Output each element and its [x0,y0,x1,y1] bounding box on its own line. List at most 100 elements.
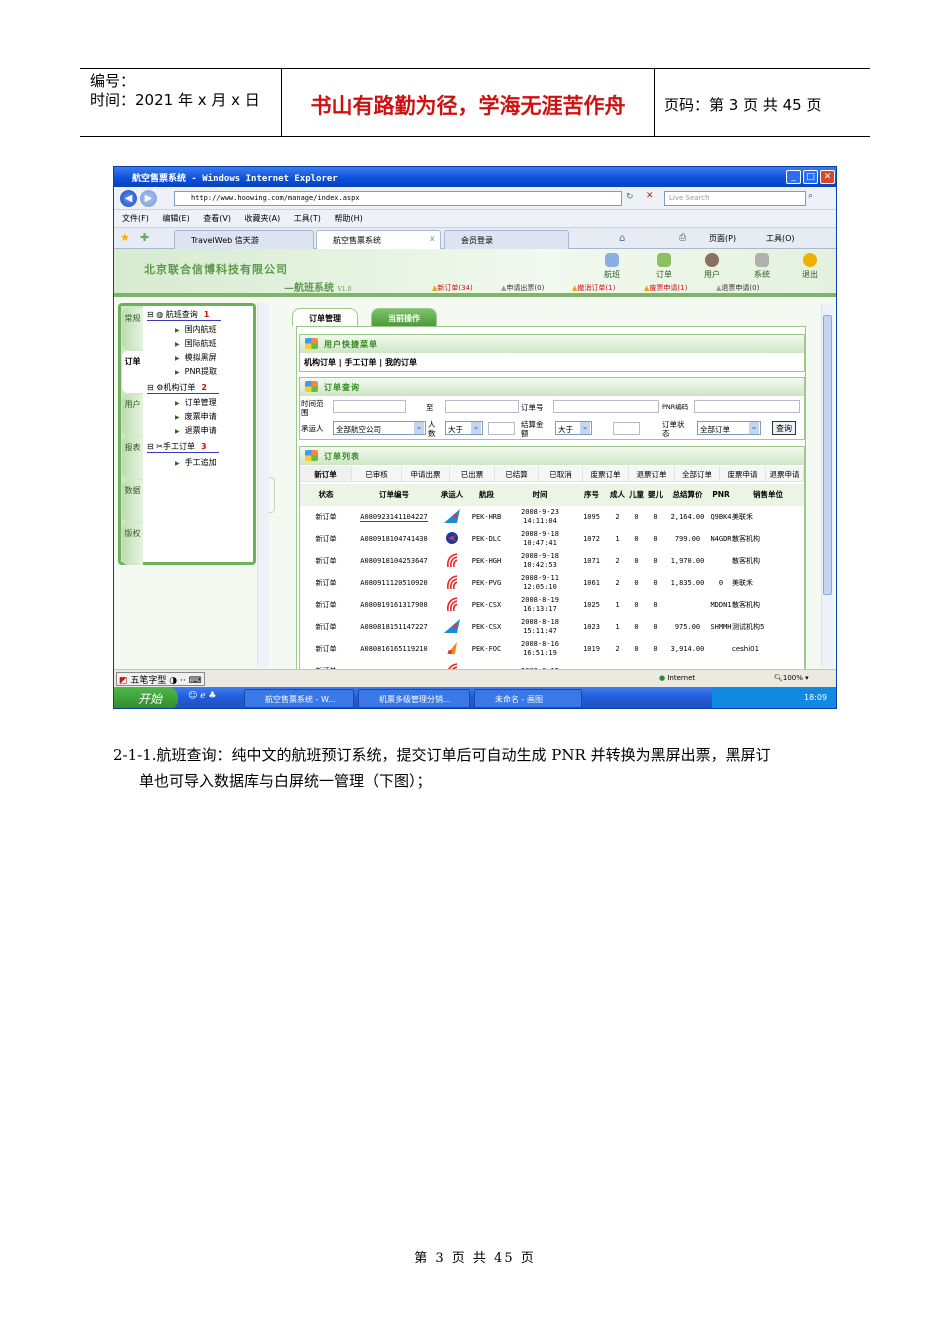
list-tab[interactable]: 新订单 [300,466,352,482]
people-operator-select[interactable]: 大于 [445,421,483,435]
time-from-input[interactable] [333,400,406,413]
menu-favorites[interactable]: 收藏夹(A) [245,214,281,223]
pnr-input[interactable] [694,400,800,413]
tab-ticket-system[interactable]: 航空售票系统 [316,230,441,249]
table-row[interactable]: 新订单 A080818151147227 PEK-CSX 2008-8-18 15:11… [300,616,804,638]
order-no-input[interactable] [553,400,659,413]
list-tab[interactable]: 已出票 [450,466,495,482]
task-ie[interactable]: 航空售票系统 - W... [244,689,354,708]
quick-menu-links[interactable]: 机构订单 | 手工订单 | 我的订单 [300,353,804,368]
tree-item-order-management[interactable]: 订单管理 [175,397,217,408]
page-menu[interactable]: 页面(P) [709,233,736,244]
list-tab[interactable]: 废票申请 [720,466,766,482]
list-tab[interactable]: 已结算 [495,466,539,482]
alert-cancelled-orders[interactable]: ▲撤消订单(1) [572,283,615,293]
list-tab[interactable]: 全部订单 [675,466,720,482]
nav-orders[interactable]: 订单 [644,253,684,280]
menu-view[interactable]: 查看(V) [203,214,231,223]
tree-group-manual-orders[interactable]: ⊟ ✂手工订单 3 [147,441,219,453]
tree-item-international[interactable]: 国际航班 [175,338,217,349]
ime-toolbar[interactable]: ◩ 五笔字型 ◑ ·· ⌨ [116,672,205,686]
main-scrollbar[interactable] [821,303,833,667]
nav-logout[interactable]: 退出 [790,253,830,280]
scrollbar-thumb[interactable] [823,315,832,595]
order-number-link[interactable]: A080918104741430 [360,535,427,543]
carrier-select[interactable]: 全部航空公司 [333,421,426,435]
order-number-link[interactable]: A080816165119210 [360,645,427,653]
forward-icon[interactable]: ▶ [140,190,157,207]
table-row[interactable]: 新订单 A080918104741430 PEK-DLC 2008-9-18 10:47… [300,528,804,550]
nav-flights[interactable]: 航班 [592,253,632,280]
nav-users[interactable]: 用户 [692,253,732,280]
order-status-select[interactable]: 全部订单 [697,421,761,435]
tree-item-manual-add[interactable]: 手工追加 [175,457,217,468]
order-number-link[interactable]: A080819161317900 [360,601,427,609]
alert-ticket-requests[interactable]: ▲申请出票(0) [501,283,544,293]
menu-tools[interactable]: 工具(T) [294,214,321,223]
sidebar-scrollbar[interactable] [257,303,269,667]
task-paint[interactable]: 未命名 - 画图 [474,689,582,708]
tree-item-domestic[interactable]: 国内航班 [175,324,217,335]
search-icon[interactable]: ⌕ [808,191,813,201]
alert-refund-requests[interactable]: ▲退票申请(0) [716,283,759,293]
order-number-link[interactable]: A080923141104227 [360,512,428,522]
table-row[interactable]: 新订单 A080816165119210 PEK-FOC 2008-8-16 16:51… [300,638,804,660]
tree-item-void-request[interactable]: 废票申请 [175,411,217,422]
order-number-link[interactable]: A080911120510920 [360,579,427,587]
close-tab-icon[interactable]: x [430,234,435,243]
tree-group-flight-search[interactable]: ⊟ ◍ 航班查询 1 [147,309,222,321]
vtab-orders[interactable]: 订单 [122,351,143,393]
alert-new-orders[interactable]: ▲新订单(34) [432,283,473,293]
vtab-reports[interactable]: 报表 [122,437,143,479]
zoom-control[interactable]: 🔍︎100% ▾ [774,674,809,682]
home-icon[interactable]: ⌂ [619,233,625,244]
search-input[interactable]: Live Search [664,191,806,206]
list-tab[interactable]: 已审核 [352,466,402,482]
amount-operator-select[interactable]: 大于 [555,421,592,435]
tab-travelweb[interactable]: TravelWeb 信天游 [174,230,314,249]
tab-member-login[interactable]: 会员登录 [444,230,569,249]
list-tab[interactable]: 已取消 [539,466,583,482]
tree-group-agency-orders[interactable]: ⊟ ⚙机构订单 2 [147,382,219,394]
refresh-icon[interactable]: ↻ [626,192,634,202]
vtab-general[interactable]: 常规 [122,308,143,350]
quicklaunch-icons[interactable]: ☺ ℯ ♣ [188,691,217,701]
maximize-button[interactable]: □ [803,170,818,184]
task-doc[interactable]: 机票多级管理分销... [358,689,470,708]
print-icon[interactable]: ⎙ [679,233,686,243]
tree-item-pnr[interactable]: PNR提取 [175,366,217,377]
minimize-button[interactable]: _ [786,170,801,184]
stop-icon[interactable]: ✕ [646,191,654,201]
tree-item-refund-request[interactable]: 退票申请 [175,425,217,436]
tools-menu[interactable]: 工具(O) [766,233,795,244]
start-button[interactable]: 开始 [114,687,178,708]
tab-order-management[interactable]: 订单管理 [292,308,358,326]
vtab-copyright[interactable]: 版权 [122,523,143,565]
order-number-link[interactable]: A080918104253647 [360,557,427,565]
add-favorite-icon[interactable]: ✚ [140,231,149,244]
menu-file[interactable]: 文件(F) [122,214,149,223]
table-row[interactable]: 新订单 A080923141104227 PEK-HRB 2008-9-23 14:11… [300,506,804,528]
people-input[interactable] [488,422,515,435]
tab-current-operation[interactable]: 当前操作 [371,308,437,326]
list-tab[interactable]: 申请出票 [402,466,450,482]
amount-input[interactable] [613,422,640,435]
list-tab[interactable]: 退票申请 [766,466,804,482]
table-row[interactable]: 新订单 A080918104253647 PEK-HGH 2008-9-18 10:42… [300,550,804,572]
vtab-data[interactable]: 数据 [122,480,143,522]
collapse-handle[interactable] [269,477,275,513]
url-input[interactable]: http://www.hoowing.com/manage/index.aspx [174,191,622,206]
close-button[interactable]: ✕ [820,170,835,184]
search-button[interactable]: 查询 [772,421,796,435]
vtab-users[interactable]: 用户 [122,394,143,436]
table-row[interactable]: 新订单 A080819161317900 PEK-CSX 2008-8-19 16:13… [300,594,804,616]
menu-edit[interactable]: 编辑(E) [162,214,189,223]
back-icon[interactable]: ◀ [120,190,137,207]
time-to-input[interactable] [445,400,519,413]
alert-void-requests[interactable]: ▲废票申请(1) [644,283,687,293]
menu-help[interactable]: 帮助(H) [334,214,362,223]
tree-item-simulated-screen[interactable]: 模拟黑屏 [175,352,217,363]
list-tab[interactable]: 退票订单 [629,466,675,482]
list-tab[interactable]: 废票订单 [583,466,629,482]
table-row[interactable]: 新订单 A080911120510920 PEK-PVG 2008-9-11 12:05… [300,572,804,594]
